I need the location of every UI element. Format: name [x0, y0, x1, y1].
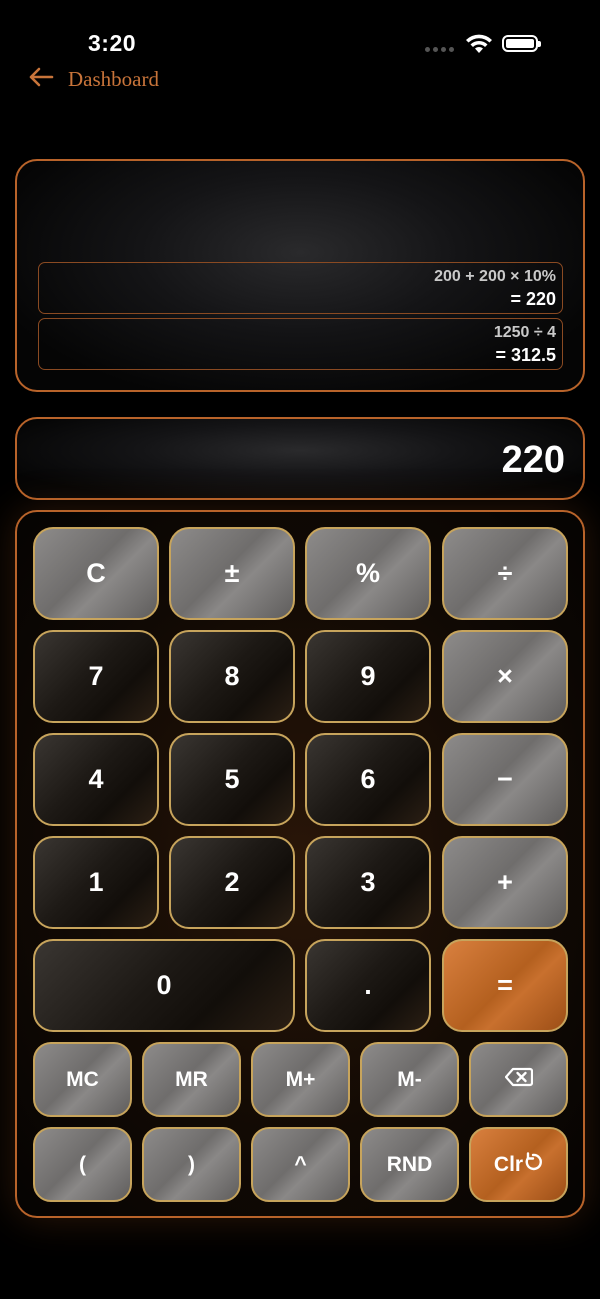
- memory-subtract-button[interactable]: M-: [360, 1042, 459, 1117]
- history-expression: 1250 ÷ 4: [493, 324, 556, 341]
- backspace-button[interactable]: [469, 1042, 568, 1117]
- digit-0-button[interactable]: 0: [33, 939, 295, 1032]
- display-value: 220: [501, 439, 565, 481]
- result-display: 220: [15, 417, 585, 500]
- history-item[interactable]: 1250 ÷ 4 = 312.5: [38, 318, 563, 370]
- wifi-icon: [464, 33, 494, 60]
- decimal-button[interactable]: .: [305, 939, 431, 1032]
- back-label: Dashboard: [68, 67, 159, 91]
- digit-2-button[interactable]: 2: [169, 836, 295, 929]
- plus-button[interactable]: +: [442, 836, 568, 929]
- backspace-icon: [504, 1067, 533, 1093]
- equals-button[interactable]: =: [442, 939, 568, 1032]
- keypad: C ± % ÷ 7 8 9 × 4 5 6 − 1 2 3 + 0 . = MC…: [15, 510, 585, 1218]
- memory-clear-button[interactable]: MC: [33, 1042, 132, 1117]
- plus-minus-button[interactable]: ±: [169, 527, 295, 620]
- memory-recall-button[interactable]: MR: [142, 1042, 241, 1117]
- digit-7-button[interactable]: 7: [33, 630, 159, 723]
- minus-button[interactable]: −: [442, 733, 568, 826]
- arrow-left-icon: [28, 66, 54, 93]
- digit-1-button[interactable]: 1: [33, 836, 159, 929]
- digit-4-button[interactable]: 4: [33, 733, 159, 826]
- round-button[interactable]: RND: [360, 1127, 459, 1202]
- digit-3-button[interactable]: 3: [305, 836, 431, 929]
- clear-all-label: Clr: [493, 1152, 524, 1176]
- history-result: = 220: [510, 289, 556, 309]
- battery-icon: [502, 35, 541, 52]
- digit-9-button[interactable]: 9: [305, 630, 431, 723]
- history-panel: 200 + 200 × 10% = 220 1250 ÷ 4 = 312.5: [15, 159, 585, 392]
- status-bar: 3:20: [0, 0, 600, 60]
- percent-button[interactable]: %: [305, 527, 431, 620]
- clear-button[interactable]: C: [33, 527, 159, 620]
- power-button[interactable]: ^: [251, 1127, 350, 1202]
- digit-5-button[interactable]: 5: [169, 733, 295, 826]
- multiply-button[interactable]: ×: [442, 630, 568, 723]
- refresh-icon: [523, 1151, 543, 1178]
- close-paren-button[interactable]: ): [142, 1127, 241, 1202]
- memory-add-button[interactable]: M+: [251, 1042, 350, 1117]
- clear-all-button[interactable]: Clr: [469, 1127, 568, 1202]
- open-paren-button[interactable]: (: [33, 1127, 132, 1202]
- history-item[interactable]: 200 + 200 × 10% = 220: [38, 262, 563, 314]
- history-expression: 200 + 200 × 10%: [434, 268, 556, 285]
- back-button[interactable]: Dashboard: [28, 66, 159, 93]
- cellular-signal-icon: [425, 47, 454, 52]
- digit-6-button[interactable]: 6: [305, 733, 431, 826]
- history-result: = 312.5: [495, 345, 556, 365]
- status-time: 3:20: [88, 30, 137, 56]
- divide-button[interactable]: ÷: [442, 527, 568, 620]
- digit-8-button[interactable]: 8: [169, 630, 295, 723]
